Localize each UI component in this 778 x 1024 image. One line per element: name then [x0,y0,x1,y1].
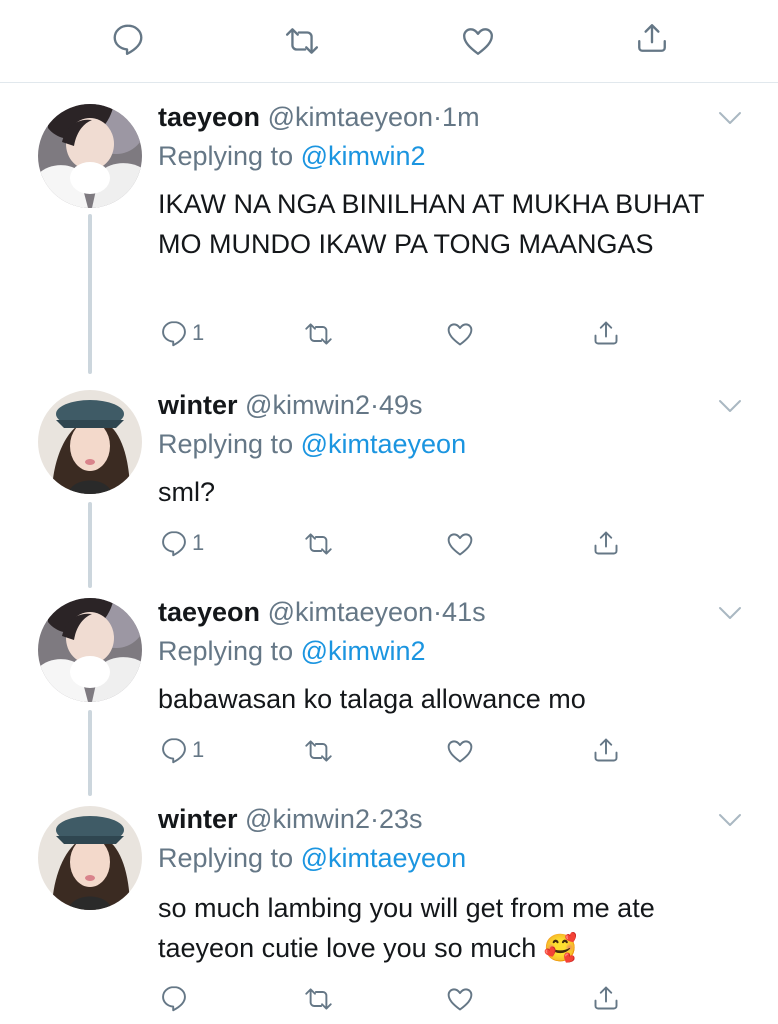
retweet-action[interactable] [302,737,335,765]
heart-icon [445,530,475,558]
like-action[interactable] [460,24,496,58]
timestamp[interactable]: 49s [379,390,423,420]
reply-icon [160,984,188,1012]
retweet-icon [302,737,335,765]
retweet-action[interactable] [302,320,335,348]
share-icon [592,983,620,1013]
chevron-down-icon[interactable] [718,110,742,126]
reply-count: 1 [192,530,205,555]
share-action[interactable] [635,20,669,56]
heart-icon [460,24,496,58]
replying-to: Replying to @kimwin2 [158,141,426,172]
share-icon [635,20,669,56]
retweet-action[interactable] [302,985,335,1013]
tweet-header: taeyeon @kimtaeyeon·41s [158,597,486,628]
reply-icon [160,736,188,764]
avatar-winter[interactable] [38,806,142,910]
share-action[interactable] [592,318,620,348]
thread-line [88,214,92,374]
replying-handle[interactable]: @kimtaeyeon [301,843,466,873]
tweet-text: so much lambing you will get from me ate… [158,893,655,963]
share-icon [592,528,620,558]
like-action[interactable] [445,737,475,765]
replying-handle[interactable]: @kimwin2 [301,141,426,171]
replying-label: Replying to [158,843,294,873]
retweet-action[interactable] [302,530,335,558]
replying-label: Replying to [158,429,294,459]
share-action[interactable] [592,528,620,558]
timestamp[interactable]: 23s [379,804,423,834]
retweet-icon [302,320,335,348]
reply-action[interactable]: 1 [160,529,204,557]
chevron-down-icon[interactable] [718,605,742,621]
share-action[interactable] [592,983,620,1013]
reply-action[interactable] [160,984,192,1012]
user-handle[interactable]: @kimtaeyeon [268,597,433,627]
replying-to: Replying to @kimtaeyeon [158,843,466,874]
avatar-taeyeon[interactable] [38,598,142,702]
timestamp[interactable]: 41s [442,597,486,627]
heart-icon [445,737,475,765]
replying-label: Replying to [158,636,294,666]
display-name[interactable]: taeyeon [158,597,260,627]
reply-icon [111,22,145,56]
replying-to: Replying to @kimtaeyeon [158,429,466,460]
tweet-header: taeyeon @kimtaeyeon·1m [158,102,480,133]
tweet-header: winter @kimwin2·23s [158,804,423,835]
display-name[interactable]: winter [158,804,238,834]
replying-label: Replying to [158,141,294,171]
avatar-winter[interactable] [38,390,142,494]
reply-icon [160,529,188,557]
user-handle[interactable]: @kimtaeyeon [268,102,433,132]
tweet-text: sml? [158,477,216,507]
heart-icon [445,985,475,1013]
display-name[interactable]: winter [158,390,238,420]
like-action[interactable] [445,530,475,558]
thread-line [88,710,92,796]
like-action[interactable] [445,320,475,348]
display-name[interactable]: taeyeon [158,102,260,132]
reply-action[interactable] [111,22,149,56]
retweet-action[interactable] [282,24,322,58]
user-handle[interactable]: @kimwin2 [245,804,370,834]
replying-to: Replying to @kimwin2 [158,636,426,667]
chevron-down-icon[interactable] [718,812,742,828]
tweet-header: winter @kimwin2·49s [158,390,423,421]
user-handle[interactable]: @kimwin2 [245,390,370,420]
thread-line [88,502,92,588]
reply-count: 1 [192,320,205,345]
share-action[interactable] [592,735,620,765]
retweet-icon [302,530,335,558]
separator-dot: · [369,390,379,420]
reply-action[interactable]: 1 [160,319,204,347]
retweet-icon [282,24,322,58]
heart-icon [445,320,475,348]
separator-dot: · [433,102,443,132]
reply-action[interactable]: 1 [160,736,204,764]
replying-handle[interactable]: @kimwin2 [301,636,426,666]
replying-handle[interactable]: @kimtaeyeon [301,429,466,459]
chevron-down-icon[interactable] [718,398,742,414]
like-action[interactable] [445,985,475,1013]
tweet-text: babawasan ko talaga allowance mo [158,684,586,714]
retweet-icon [302,985,335,1013]
separator-dot: · [369,804,379,834]
timestamp[interactable]: 1m [442,102,480,132]
separator-dot: · [433,597,443,627]
tweet-text: IKAW NA NGA BINILHAN AT MUKHA BUHAT MO M… [158,189,705,259]
reply-icon [160,319,188,347]
avatar-taeyeon[interactable] [38,104,142,208]
share-icon [592,318,620,348]
top-action-bar [0,0,778,83]
reply-count: 1 [192,737,205,762]
share-icon [592,735,620,765]
